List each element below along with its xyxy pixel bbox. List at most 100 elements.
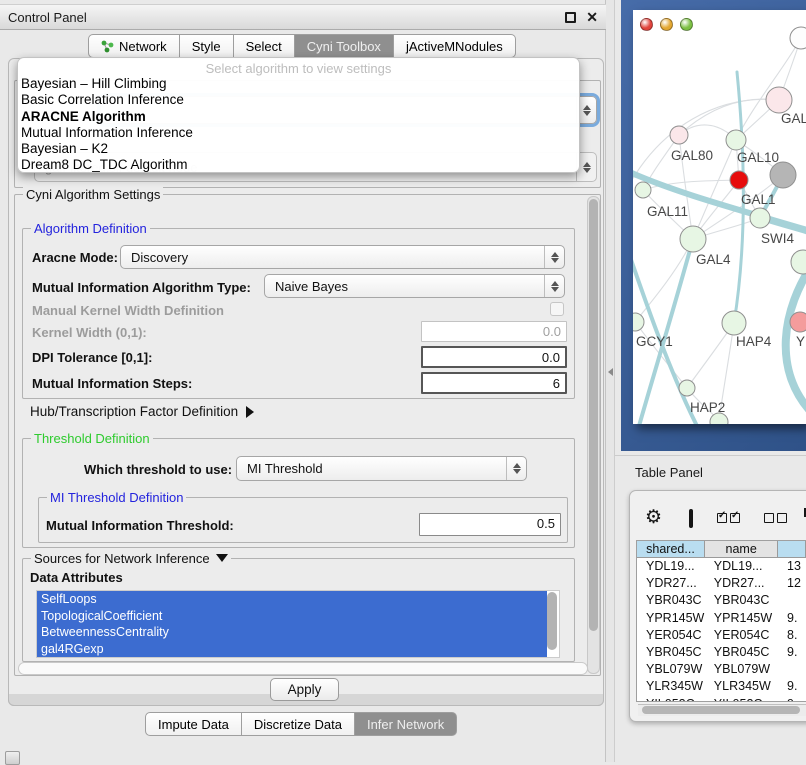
attribute-item[interactable]: TopologicalCoefficient <box>37 608 547 625</box>
table-cell: YDR27... <box>637 575 705 592</box>
combo-stepper-icon <box>544 246 564 268</box>
sources-group-title: Sources for Network Inference <box>31 551 231 566</box>
table-row[interactable]: YBL079WYBL079W <box>637 661 806 678</box>
network-node-gal[interactable] <box>766 87 792 113</box>
tab-select[interactable]: Select <box>234 34 295 58</box>
divider-collapse-icon[interactable] <box>608 368 613 376</box>
network-node[interactable] <box>790 27 806 49</box>
corner-grip[interactable] <box>5 751 20 765</box>
network-node-gal11[interactable] <box>635 182 651 198</box>
algorithm-option[interactable]: Bayesian – K2 <box>18 141 579 157</box>
table-cell: YPR145W <box>637 610 705 627</box>
hub-definition-toggle[interactable]: Hub/Transcription Factor Definition <box>30 404 254 419</box>
mi-steps-field[interactable]: 6 <box>421 372 567 394</box>
float-window-icon[interactable] <box>565 12 576 23</box>
columns-icon[interactable] <box>689 509 693 528</box>
table-cell: 9 <box>778 696 806 703</box>
network-graph[interactable]: GALGAL80GAL10GAL1GAL11GAL4SWI4GCY1HAP4YH… <box>633 10 806 424</box>
data-attributes-list[interactable]: SelfLoopsTopologicalCoefficientBetweenne… <box>36 590 560 658</box>
deselect-all-icon[interactable] <box>764 513 787 523</box>
node-table[interactable]: shared...nameYDL19...YDL19...13YDR27...Y… <box>636 540 806 702</box>
combo-stepper-icon <box>506 457 526 480</box>
attributes-scrollbar-thumb[interactable] <box>547 592 557 650</box>
settings-scrollbar-thumb[interactable] <box>589 199 598 631</box>
table-hscrollbar-thumb[interactable] <box>642 706 800 714</box>
attribute-item[interactable]: gal4RGexp <box>37 641 547 658</box>
aracne-mode-label: Aracne Mode: <box>32 250 118 265</box>
hub-definition-label: Hub/Transcription Factor Definition <box>30 404 238 419</box>
network-edge <box>635 239 693 322</box>
table-row[interactable]: YER054CYER054C8. <box>637 627 806 644</box>
table-cell: YIL052C <box>637 696 705 703</box>
algorithm-option[interactable]: Dream8 DC_TDC Algorithm <box>18 157 579 173</box>
mi-threshold-field[interactable]: 0.5 <box>419 513 561 536</box>
manual-kernel-checkbox[interactable] <box>550 302 564 316</box>
select-all-icon[interactable] <box>717 513 740 523</box>
table-row[interactable]: YLR345WYLR345W9. <box>637 678 806 695</box>
column-header[interactable]: name <box>705 541 778 558</box>
table-row[interactable]: YBR045CYBR045C9. <box>637 644 806 661</box>
algorithm-dropdown-popup: Select algorithm to view settings Bayesi… <box>17 57 580 173</box>
network-node-y[interactable] <box>790 312 806 332</box>
panel-divider[interactable] <box>606 0 615 762</box>
collapsed-arrow-icon <box>246 406 254 418</box>
tab-label: Style <box>192 39 221 54</box>
tab-network[interactable]: Network <box>88 34 180 58</box>
table-row[interactable]: YIL052CYIL052C9 <box>637 696 806 703</box>
control-panel-titlebar: Control Panel ✕ <box>0 4 606 30</box>
attribute-item[interactable]: BetweennessCentrality <box>37 624 547 641</box>
algorithm-option[interactable]: Basic Correlation Inference <box>18 92 579 108</box>
aracne-mode-value: Discovery <box>131 250 188 265</box>
tab-impute-data[interactable]: Impute Data <box>145 712 242 736</box>
tab-style[interactable]: Style <box>180 34 234 58</box>
network-node[interactable] <box>770 162 796 188</box>
attribute-item[interactable]: SelfLoops <box>37 591 547 608</box>
gear-icon[interactable]: ⚙ <box>645 507 662 529</box>
mi-type-combo[interactable]: Naive Bayes <box>264 274 565 298</box>
table-panel-title: Table Panel <box>635 465 703 480</box>
control-panel: Control Panel ✕ Network Style Select Cyni T… <box>0 0 606 762</box>
close-icon[interactable]: ✕ <box>586 12 598 23</box>
network-node-gal4[interactable] <box>680 226 706 252</box>
algorithm-option[interactable]: ARACNE Algorithm <box>18 109 579 125</box>
table-cell: 8. <box>778 627 806 644</box>
apply-button[interactable]: Apply <box>270 678 339 701</box>
node-label: GAL <box>781 111 806 126</box>
table-toolbar: ⚙ <box>645 505 806 531</box>
table-row[interactable]: YBR043CYBR043C <box>637 592 806 609</box>
network-node[interactable] <box>730 171 748 189</box>
table-cell: 12 <box>778 575 806 592</box>
kernel-width-field[interactable]: 0.0 <box>421 321 567 342</box>
aracne-mode-combo[interactable]: Discovery <box>120 245 565 269</box>
network-node-hap2[interactable] <box>679 380 695 396</box>
kernel-width-label: Kernel Width (0,1): <box>32 325 147 340</box>
table-cell: YDL19... <box>637 558 705 575</box>
algorithm-option[interactable]: Mutual Information Inference <box>18 125 579 141</box>
tab-label: Cyni Toolbox <box>307 39 381 54</box>
network-node-hap4[interactable] <box>722 311 746 335</box>
dpi-tolerance-field[interactable]: 0.0 <box>421 346 567 368</box>
network-node-gcy1[interactable] <box>633 313 644 331</box>
table-cell: YLR345W <box>705 678 778 695</box>
column-header[interactable] <box>778 541 806 558</box>
network-node[interactable] <box>791 250 806 274</box>
which-threshold-combo[interactable]: MI Threshold <box>236 456 527 481</box>
tab-label: Infer Network <box>367 717 444 732</box>
tab-discretize-data[interactable]: Discretize Data <box>242 712 355 736</box>
algorithm-option[interactable]: Bayesian – Hill Climbing <box>18 76 579 92</box>
settings-hscrollbar[interactable] <box>18 662 588 675</box>
table-row[interactable]: YDR27...YDR27...12 <box>637 575 806 592</box>
tab-cyni-toolbox[interactable]: Cyni Toolbox <box>295 34 394 58</box>
table-row[interactable]: YPR145WYPR145W9. <box>637 610 806 627</box>
column-header[interactable]: shared... <box>637 541 705 558</box>
table-cell: YBR045C <box>705 644 778 661</box>
table-cell: YBL079W <box>705 661 778 678</box>
tab-jactivemnodules[interactable]: jActiveMNodules <box>394 34 516 58</box>
network-node-gal1[interactable] <box>750 208 770 228</box>
algorithm-popup-prompt: Select algorithm to view settings <box>18 61 579 76</box>
table-row[interactable]: YDL19...YDL19...13 <box>637 558 806 575</box>
network-node-gal10[interactable] <box>726 130 746 150</box>
network-node-gal80[interactable] <box>670 126 688 144</box>
network-window[interactable]: GALGAL80GAL10GAL1GAL11GAL4SWI4GCY1HAP4YH… <box>633 10 806 424</box>
tab-infer-network[interactable]: Infer Network <box>355 712 457 736</box>
